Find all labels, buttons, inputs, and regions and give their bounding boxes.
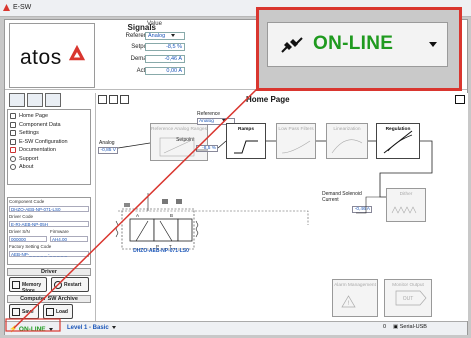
driver-code-value: E-RI-AEB-NP-05H <box>9 221 89 227</box>
status-online-dropdown[interactable]: ⚡ ON-LINE <box>9 325 53 333</box>
info-icon <box>10 164 16 170</box>
firmware-label: Firmware <box>50 229 69 234</box>
nav-icon-row <box>7 93 93 109</box>
archive-header: Computer SW Archive <box>7 295 91 303</box>
save-button[interactable]: Save <box>9 304 39 319</box>
online-callout-label: ON-LINE <box>313 33 394 54</box>
window-title: E-SW <box>13 4 32 11</box>
config-icon <box>10 138 16 145</box>
svg-text:!: ! <box>348 301 350 307</box>
atos-logo: atos <box>9 23 95 88</box>
factory-code-label: Factory Setting Code <box>9 244 52 249</box>
load-button[interactable]: Load <box>43 304 73 319</box>
app-logo-icon <box>3 4 10 11</box>
driver-code-label: Driver Code <box>9 214 34 219</box>
value-header: Value <box>147 21 162 27</box>
setpoint-value: -8,5 % <box>145 43 185 51</box>
online-callout: ON-LINE <box>256 7 462 91</box>
driver-sn-value: 000000 <box>9 236 47 242</box>
menu-about[interactable]: About <box>9 163 89 172</box>
load-icon <box>46 308 54 316</box>
menu-component-data[interactable]: Component Data <box>9 121 89 130</box>
factory-code-value: AEB-NP-_ _ _ _ _ -_ _ _ _ _ <box>9 251 89 257</box>
save-icon <box>12 308 20 316</box>
view-2-icon[interactable] <box>27 93 43 107</box>
port-a-label: A <box>136 213 139 218</box>
out-label: OUT <box>403 296 414 302</box>
main-menu: Home Page Component Data Settings E-SW C… <box>7 109 91 185</box>
usb-icon: ▣ <box>393 324 399 330</box>
restart-icon <box>54 281 62 289</box>
wrench-icon <box>10 130 16 136</box>
serial-usb-indicator: ▣ Serial-USB <box>393 324 427 330</box>
plug-icon-small: ⚡ <box>9 326 18 333</box>
port-b-label: B <box>170 213 173 218</box>
component-code-value: DHZO-AEB-NP-071-LS0 <box>9 206 89 212</box>
diagram-area: Home Page Analog -0,85 V Reference Analo… <box>95 93 468 321</box>
logo-text: atos <box>20 46 62 69</box>
level-dropdown[interactable]: Level 1 - Basic <box>67 325 116 331</box>
menu-support[interactable]: Support <box>9 155 89 164</box>
menu-documentation[interactable]: Documentation <box>9 146 89 155</box>
component-info-panel: Component Code DHZO-AEB-NP-071-LS0 Drive… <box>7 197 91 265</box>
reference-select[interactable]: Analog <box>145 32 185 40</box>
left-panel: Home Page Component Data Settings E-SW C… <box>7 93 93 321</box>
actual-value: 0,00 A <box>145 67 185 75</box>
firmware-value: AH4.00 <box>50 236 88 242</box>
driver-sn-label: Driver S/N <box>9 229 30 234</box>
status-bar: ⚡ ON-LINE Level 1 - Basic 0 ▣ Serial-USB <box>5 321 467 335</box>
chevron-down-icon <box>429 42 437 47</box>
status-counter: 0 <box>383 324 387 330</box>
home-icon <box>10 113 16 119</box>
data-icon <box>10 121 16 128</box>
menu-settings[interactable]: Settings <box>9 129 89 138</box>
restart-button[interactable]: Restart <box>51 277 89 292</box>
plug-icon <box>281 37 303 53</box>
online-callout-dropdown[interactable]: ON-LINE <box>267 22 448 67</box>
pdf-icon <box>10 147 16 153</box>
memory-icon <box>12 281 20 289</box>
question-icon <box>10 155 16 162</box>
port-p-label: P <box>156 244 159 249</box>
logo-triangle-icon <box>68 44 86 61</box>
diagram-graphics: ! OUT P T A B <box>115 130 433 308</box>
component-code-label: Component Code <box>9 199 45 204</box>
view-1-icon[interactable] <box>9 93 25 107</box>
memory-store-button[interactable]: Memory Store <box>9 277 47 294</box>
driver-header: Driver <box>7 268 91 276</box>
menu-home-page[interactable]: Home Page <box>9 112 89 121</box>
view-3-icon[interactable] <box>45 93 61 107</box>
port-t-label: T <box>169 244 172 249</box>
demand-value: -0,46 A <box>145 55 185 63</box>
menu-esw-configuration[interactable]: E-SW Configuration <box>9 138 89 147</box>
